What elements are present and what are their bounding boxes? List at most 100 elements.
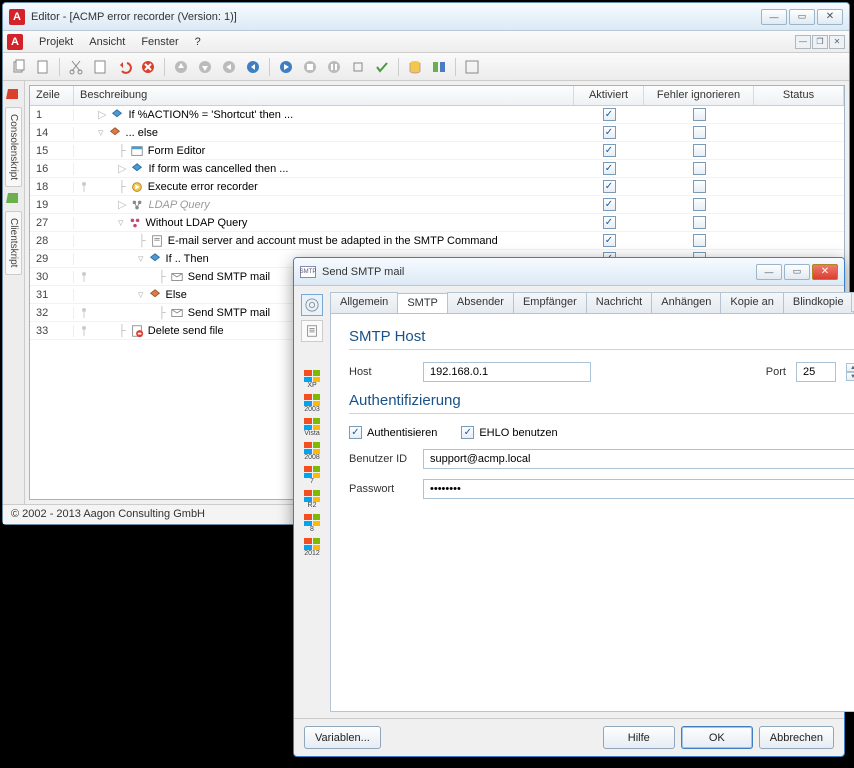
tab-nachricht[interactable]: Nachricht	[586, 292, 652, 313]
port-down-button[interactable]: ▼	[846, 372, 854, 381]
copy-icon[interactable]	[9, 57, 29, 77]
menu-projekt[interactable]: Projekt	[31, 33, 81, 51]
nav-up-icon[interactable]	[171, 57, 191, 77]
mdi-close[interactable]: ✕	[829, 35, 845, 49]
stop-icon[interactable]	[300, 57, 320, 77]
undo-icon[interactable]	[114, 57, 134, 77]
os-7-icon[interactable]: 7	[300, 466, 324, 490]
mdi-minimize[interactable]: —	[795, 35, 811, 49]
delete-icon[interactable]	[138, 57, 158, 77]
tab-anhängen[interactable]: Anhängen	[651, 292, 721, 313]
aktiviert-cell[interactable]: ✓	[574, 126, 644, 139]
fehler-cell[interactable]	[644, 162, 754, 175]
os-r2-icon[interactable]: R2	[300, 490, 324, 514]
step-icon[interactable]	[348, 57, 368, 77]
nav-top-icon[interactable]	[219, 57, 239, 77]
mode-console-icon[interactable]	[301, 294, 323, 316]
play-icon[interactable]	[276, 57, 296, 77]
menu-help[interactable]: ?	[187, 33, 209, 51]
menu-ansicht[interactable]: Ansicht	[81, 33, 133, 51]
new-icon[interactable]	[33, 57, 53, 77]
table-row[interactable]: 28├E-mail server and account must be ada…	[30, 232, 844, 250]
tab-smtp[interactable]: SMTP	[397, 293, 448, 313]
main-titlebar[interactable]: A Editor - [ACMP error recorder (Version…	[3, 3, 849, 31]
tree-toggle[interactable]: ▿	[98, 126, 104, 139]
fehler-cell[interactable]	[644, 180, 754, 193]
tree-toggle[interactable]: ▿	[118, 216, 124, 229]
dlg-maximize-button[interactable]: ▭	[784, 264, 810, 280]
aktiviert-cell[interactable]: ✓	[574, 180, 644, 193]
table-row[interactable]: 14▿... else✓	[30, 124, 844, 142]
tab-allgemein[interactable]: Allgemein	[330, 292, 398, 313]
os-2012-icon[interactable]: 2012	[300, 538, 324, 562]
table-row[interactable]: 27▿Without LDAP Query✓	[30, 214, 844, 232]
aktiviert-cell[interactable]: ✓	[574, 108, 644, 121]
aktiviert-cell[interactable]: ✓	[574, 234, 644, 247]
table-row[interactable]: 1▷If %ACTION% = 'Shortcut' then ...✓	[30, 106, 844, 124]
ok-button[interactable]: OK	[681, 726, 753, 749]
mode-doc-icon[interactable]	[301, 320, 323, 342]
os-8-icon[interactable]: 8	[300, 514, 324, 538]
nav-down-icon[interactable]	[195, 57, 215, 77]
table-row[interactable]: 19▷LDAP Query✓	[30, 196, 844, 214]
user-input[interactable]	[423, 449, 854, 469]
tree-toggle[interactable]: ▿	[138, 288, 144, 301]
aktiviert-cell[interactable]: ✓	[574, 144, 644, 157]
fehler-cell[interactable]	[644, 108, 754, 121]
tree-toggle[interactable]: ▷	[118, 162, 126, 175]
minimize-button[interactable]: —	[761, 9, 787, 25]
menu-fenster[interactable]: Fenster	[133, 33, 186, 51]
port-input[interactable]	[796, 362, 836, 382]
col-zeile[interactable]: Zeile	[30, 86, 74, 105]
os-vista-icon[interactable]: Vista	[300, 418, 324, 442]
nav-prev-icon[interactable]	[243, 57, 263, 77]
tool-icon[interactable]	[462, 57, 482, 77]
col-beschreibung[interactable]: Beschreibung	[74, 86, 574, 105]
tab-kopie an[interactable]: Kopie an	[720, 292, 783, 313]
col-fehler[interactable]: Fehler ignorieren	[644, 86, 754, 105]
aktiviert-cell[interactable]: ✓	[574, 162, 644, 175]
variablen-button[interactable]: Variablen...	[304, 726, 381, 749]
vars-icon[interactable]	[429, 57, 449, 77]
tree-toggle[interactable]: ▿	[138, 252, 144, 265]
tree-toggle[interactable]: ▷	[118, 198, 126, 211]
table-row[interactable]: 18├Execute error recorder✓	[30, 178, 844, 196]
mdi-restore[interactable]: ❐	[812, 35, 828, 49]
dlg-minimize-button[interactable]: —	[756, 264, 782, 280]
tree-toggle[interactable]: ▷	[98, 108, 106, 121]
tab-clientskript[interactable]: Clientskript	[5, 211, 22, 274]
fehler-cell[interactable]	[644, 234, 754, 247]
tab-empfänger[interactable]: Empfänger	[513, 292, 587, 313]
maximize-button[interactable]: ▭	[789, 9, 815, 25]
fehler-cell[interactable]	[644, 126, 754, 139]
host-input[interactable]	[423, 362, 591, 382]
pass-input[interactable]	[423, 479, 854, 499]
dialog-titlebar[interactable]: SMTP Send SMTP mail — ▭ ✕	[294, 258, 844, 286]
fehler-cell[interactable]	[644, 216, 754, 229]
aktiviert-cell[interactable]: ✓	[574, 198, 644, 211]
os-2008-icon[interactable]: 2008	[300, 442, 324, 466]
pause-icon[interactable]	[324, 57, 344, 77]
os-2003-icon[interactable]: 2003	[300, 394, 324, 418]
db-icon[interactable]	[405, 57, 425, 77]
close-button[interactable]: ✕	[817, 9, 843, 25]
tab-blindkopie[interactable]: Blindkopie	[783, 292, 854, 313]
port-up-button[interactable]: ▲	[846, 363, 854, 372]
hilfe-button[interactable]: Hilfe	[603, 726, 675, 749]
abbrechen-button[interactable]: Abbrechen	[759, 726, 834, 749]
paste-icon[interactable]	[90, 57, 110, 77]
os-xp-icon[interactable]: XP	[300, 370, 324, 394]
chk-ehlo[interactable]: ✓ EHLO benutzen	[461, 426, 557, 439]
fehler-cell[interactable]	[644, 198, 754, 211]
fehler-cell[interactable]	[644, 144, 754, 157]
cut-icon[interactable]	[66, 57, 86, 77]
tab-absender[interactable]: Absender	[447, 292, 514, 313]
tab-consolenskript[interactable]: Consolenskript	[5, 107, 22, 187]
check-icon[interactable]	[372, 57, 392, 77]
chk-authentisieren[interactable]: ✓ Authentisieren	[349, 426, 437, 439]
aktiviert-cell[interactable]: ✓	[574, 216, 644, 229]
dlg-close-button[interactable]: ✕	[812, 264, 838, 280]
table-row[interactable]: 15├Form Editor✓	[30, 142, 844, 160]
col-status[interactable]: Status	[754, 86, 844, 105]
table-row[interactable]: 16▷If form was cancelled then ...✓	[30, 160, 844, 178]
